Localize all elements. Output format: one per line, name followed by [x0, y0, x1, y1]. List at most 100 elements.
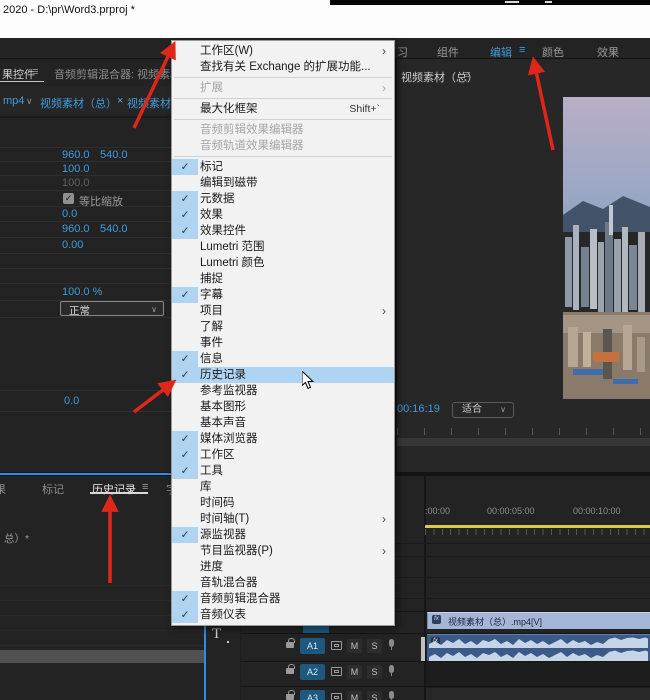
- menu-item-source-monitor[interactable]: ✓源监视器: [172, 527, 394, 543]
- menu-item-metadata[interactable]: ✓元数据: [172, 191, 394, 207]
- solo-button[interactable]: S: [367, 665, 382, 679]
- menu-item-find-exchange[interactable]: 查找有关 Exchange 的扩展功能...: [172, 59, 394, 75]
- menu-item-effect-controls[interactable]: ✓效果控件: [172, 223, 394, 239]
- menu-item-effects[interactable]: ✓效果: [172, 207, 394, 223]
- history-selected-row[interactable]: [0, 650, 204, 663]
- scale-value[interactable]: 100.0: [62, 163, 90, 175]
- check-icon: ✓: [172, 207, 198, 223]
- workspace-menu-icon[interactable]: ≡: [519, 44, 525, 56]
- antiflicker-value[interactable]: 0.00: [62, 239, 83, 251]
- menu-item-learn[interactable]: 了解: [172, 319, 394, 335]
- menu-item-media-browser[interactable]: ✓媒体浏览器: [172, 431, 394, 447]
- active-tab-underline: [90, 492, 148, 494]
- window-menu-dropdown: 工作区(W)› 查找有关 Exchange 的扩展功能... 扩展› 最大化框架…: [171, 40, 395, 626]
- menu-item-reference-monitor[interactable]: 参考监视器: [172, 383, 394, 399]
- clip-name: mp4: [3, 95, 24, 107]
- menu-item-audio-track-effect-editor: 音频轨道效果编辑器: [172, 138, 394, 154]
- check-icon: ✓: [172, 367, 198, 383]
- header-separator: ×: [117, 95, 123, 107]
- zoom-level-dropdown[interactable]: 适合 ∨: [452, 402, 514, 418]
- menu-item-maximize-frame[interactable]: 最大化框架Shift+`: [172, 101, 394, 117]
- menu-item-history[interactable]: ✓历史记录: [172, 367, 394, 383]
- lock-icon[interactable]: [286, 642, 294, 648]
- chevron-down-icon: ∨: [151, 305, 157, 314]
- menu-item-events[interactable]: 事件: [172, 335, 394, 351]
- mouse-cursor: [302, 371, 316, 391]
- tab-audio-clip-mixer[interactable]: 音频剪辑混合器: 视频素材: [54, 66, 181, 82]
- blend-mode-dropdown[interactable]: 正常 ∨: [60, 301, 164, 316]
- scrollbar-thumb[interactable]: [421, 637, 425, 661]
- voiceover-mic-icon[interactable]: [389, 665, 394, 673]
- tab-effects[interactable]: 果: [0, 481, 6, 497]
- tab-markers[interactable]: 标记: [42, 481, 64, 497]
- menu-item-workspaces[interactable]: ✓工作区: [172, 447, 394, 463]
- menu-item-workspace[interactable]: 工作区(W)›: [172, 43, 394, 59]
- menu-separator: [174, 98, 392, 99]
- video-clip[interactable]: fx 视频素材（总）.mp4[V]: [427, 612, 650, 629]
- menu-item-capture[interactable]: 捕捉: [172, 271, 394, 287]
- mute-button[interactable]: M: [347, 665, 362, 679]
- work-area-bar[interactable]: [425, 525, 650, 528]
- menu-item-essential-sound[interactable]: 基本声音: [172, 415, 394, 431]
- solo-button[interactable]: S: [367, 639, 382, 653]
- menu-separator: [174, 156, 392, 157]
- check-icon: ✓: [172, 607, 198, 623]
- menu-item-audio-clip-effect-editor: 音频剪辑效果编辑器: [172, 122, 394, 138]
- anchor-y-value[interactable]: 540.0: [100, 223, 128, 235]
- check-icon: ✓: [65, 193, 73, 203]
- track-sync-icon[interactable]: [331, 667, 342, 676]
- menu-item-timecode[interactable]: 时间码: [172, 495, 394, 511]
- panel-menu-icon[interactable]: ≡: [464, 69, 470, 81]
- menu-item-audio-meters[interactable]: ✓音频仪表: [172, 607, 394, 623]
- type-tool-button[interactable]: T: [212, 626, 221, 643]
- history-item[interactable]: 总）*: [4, 531, 29, 546]
- lock-icon[interactable]: [286, 694, 294, 700]
- menu-item-markers[interactable]: ✓标记: [172, 159, 394, 175]
- menu-item-audio-track-mixer[interactable]: 音轨混合器: [172, 575, 394, 591]
- ruler-label-10s: 00:00:10:00: [573, 506, 621, 516]
- menu-item-progress[interactable]: 进度: [172, 559, 394, 575]
- voiceover-mic-icon[interactable]: [389, 639, 394, 647]
- track-sync-icon[interactable]: [331, 641, 342, 650]
- menu-item-audio-clip-mixer[interactable]: ✓音频剪辑混合器: [172, 591, 394, 607]
- anchor-x-value[interactable]: 960.0: [62, 223, 90, 235]
- mute-button[interactable]: M: [347, 691, 362, 700]
- track-sync-icon[interactable]: [331, 693, 342, 700]
- timeline-ruler-ticks[interactable]: [425, 529, 650, 535]
- menu-item-libraries[interactable]: 库: [172, 479, 394, 495]
- menu-item-info[interactable]: ✓信息: [172, 351, 394, 367]
- tab-effect-controls[interactable]: 果控件: [2, 66, 35, 82]
- monitor-seek-ruler[interactable]: [397, 428, 650, 435]
- a3-track-button[interactable]: A3: [300, 690, 325, 700]
- menu-item-lumetri-color[interactable]: Lumetri 颜色: [172, 255, 394, 271]
- menu-item-edit-to-tape[interactable]: 编辑到磁带: [172, 175, 394, 191]
- menu-item-projects[interactable]: 项目›: [172, 303, 394, 319]
- extra-value[interactable]: 0.0: [64, 395, 79, 407]
- uniform-scale-checkbox[interactable]: ✓: [63, 193, 74, 204]
- opacity-value[interactable]: 100.0 %: [62, 286, 102, 298]
- menu-item-program-monitor[interactable]: 节目监视器(P)›: [172, 543, 394, 559]
- chevron-down-icon: ∨: [500, 403, 506, 417]
- panel-menu-icon[interactable]: ≡: [32, 66, 38, 78]
- tab-history[interactable]: 历史记录: [92, 481, 136, 497]
- menu-item-captions[interactable]: ✓字幕: [172, 287, 394, 303]
- video-clip-label: 视频素材（总）.mp4[V]: [448, 615, 542, 628]
- position-x-value[interactable]: 960.0: [62, 149, 90, 161]
- position-y-value[interactable]: 540.0: [100, 149, 128, 161]
- menu-separator: [174, 77, 392, 78]
- a1-track-button[interactable]: A1: [300, 638, 325, 654]
- chevron-down-icon[interactable]: ∨: [26, 96, 33, 107]
- mute-button[interactable]: M: [347, 639, 362, 653]
- monitor-scroll-strip: [397, 438, 650, 446]
- lock-icon[interactable]: [286, 668, 294, 674]
- rotation-value[interactable]: 0.0: [62, 208, 77, 220]
- menu-item-essential-graphics[interactable]: 基本图形: [172, 399, 394, 415]
- menu-item-tools[interactable]: ✓工具: [172, 463, 394, 479]
- menu-item-lumetri-scopes[interactable]: Lumetri 范围: [172, 239, 394, 255]
- program-timecode[interactable]: 00:16:19: [397, 403, 440, 415]
- voiceover-mic-icon[interactable]: [389, 691, 394, 699]
- menu-bar: ) 序列(S) 标记(M) 图形(G) 视图(V) 窗口(W) 帮助(H): [0, 20, 650, 38]
- a2-track-button[interactable]: A2: [300, 664, 325, 680]
- solo-button[interactable]: S: [367, 691, 382, 700]
- menu-item-timelines[interactable]: 时间轴(T)›: [172, 511, 394, 527]
